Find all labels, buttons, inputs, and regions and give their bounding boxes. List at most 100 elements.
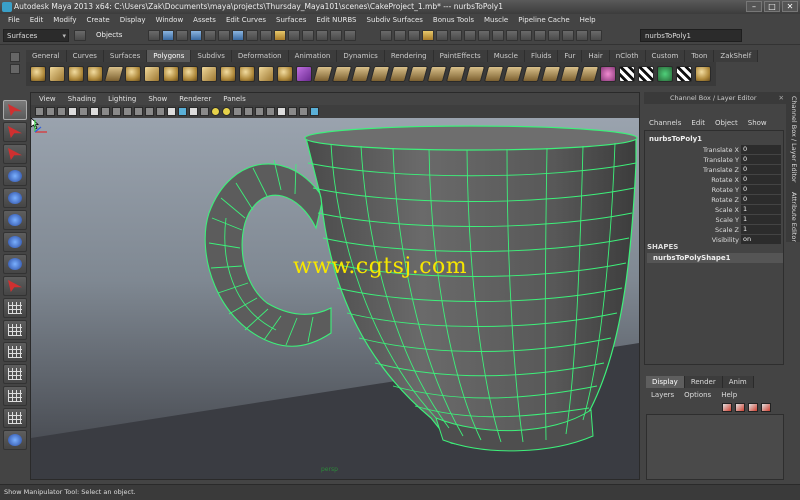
shelf-tab-fluids[interactable]: Fluids (524, 50, 559, 62)
shelf-tab-fur[interactable]: Fur (558, 50, 583, 62)
poke-face-icon[interactable] (521, 66, 543, 82)
snap-view-plane-icon[interactable] (330, 30, 342, 41)
vp-menu-show[interactable]: Show (142, 93, 173, 105)
cb-menu-object[interactable]: Object (710, 116, 743, 130)
shelf-tab-muscle[interactable]: Muscle (487, 50, 525, 62)
input-ops-icon[interactable] (380, 30, 392, 41)
move-layer-up-icon[interactable] (722, 403, 732, 412)
construction-history-icon[interactable] (408, 30, 420, 41)
close-button[interactable]: ✕ (782, 1, 798, 12)
select-joints-icon[interactable] (162, 30, 174, 41)
shelf-tab-zakshelf[interactable]: ZakShelf (714, 50, 759, 62)
shelf-tab-painteffects[interactable]: PaintEffects (433, 50, 488, 62)
shelf-tab-dynamics[interactable]: Dynamics (337, 50, 385, 62)
menu-surfaces[interactable]: Surfaces (271, 14, 311, 26)
layer-menu-layers[interactable]: Layers (646, 389, 679, 401)
menu-pipeline-cache[interactable]: Pipeline Cache (513, 14, 574, 26)
attr-value-field[interactable]: 0 (741, 165, 781, 174)
layout-four-button[interactable] (3, 320, 27, 340)
vp-menu-panels[interactable]: Panels (217, 93, 252, 105)
film-gate-icon[interactable] (101, 107, 110, 116)
attr-value-field[interactable]: 1 (741, 205, 781, 214)
output-ops-icon[interactable] (394, 30, 406, 41)
attr-value-field[interactable]: 0 (741, 175, 781, 184)
render-view-icon[interactable] (422, 30, 434, 41)
poly-cylinder-icon[interactable] (68, 66, 84, 82)
shelf-tab-surfaces[interactable]: Surfaces (103, 50, 148, 62)
poly-prism-icon[interactable] (144, 66, 160, 82)
textured-icon[interactable] (200, 107, 209, 116)
shelf-tab-subdivs[interactable]: Subdivs (191, 50, 232, 62)
move-layer-down-icon[interactable] (735, 403, 745, 412)
shelf-tab-animation[interactable]: Animation (288, 50, 338, 62)
extract-icon[interactable] (578, 66, 600, 82)
isolate-select-icon[interactable] (277, 107, 286, 116)
menu-assets[interactable]: Assets (188, 14, 221, 26)
outliner-icon[interactable] (548, 30, 560, 41)
gate-mask-icon[interactable] (123, 107, 132, 116)
split-polygon-icon[interactable] (407, 66, 429, 82)
layout-hypershade-button[interactable] (3, 386, 27, 406)
shelf-menu-icon[interactable] (10, 52, 20, 62)
vp-menu-lighting[interactable]: Lighting (102, 93, 142, 105)
universal-manipulator-button[interactable] (3, 232, 27, 252)
shelf-tab-general[interactable]: General (26, 50, 67, 62)
layer-menu-help[interactable]: Help (716, 389, 742, 401)
safe-action-icon[interactable] (145, 107, 154, 116)
smooth-shade-icon[interactable] (178, 107, 187, 116)
select-dynamics-icon[interactable] (218, 30, 230, 41)
paint-select-button[interactable] (3, 144, 27, 164)
cb-row[interactable]: Scale X1 (645, 205, 783, 215)
attr-value-field[interactable]: 0 (741, 195, 781, 204)
shelf-tab-custom[interactable]: Custom (645, 50, 686, 62)
xray-components-icon[interactable] (310, 107, 319, 116)
poly-plane-icon[interactable] (103, 66, 125, 82)
vp-menu-renderer[interactable]: Renderer (173, 93, 217, 105)
camera-attributes-icon[interactable] (46, 107, 55, 116)
render-settings-icon[interactable] (464, 30, 476, 41)
shelf-tab-ncloth[interactable]: nCloth (609, 50, 646, 62)
cb-row[interactable]: Scale Z1 (645, 225, 783, 235)
minimize-button[interactable]: – (746, 1, 762, 12)
shadows-icon[interactable] (222, 107, 231, 116)
attr-value-field[interactable]: 0 (741, 185, 781, 194)
script-editor-icon[interactable] (520, 30, 532, 41)
menu-modify[interactable]: Modify (48, 14, 81, 26)
render-current-icon[interactable] (436, 30, 448, 41)
cb-menu-edit[interactable]: Edit (686, 116, 710, 130)
poly-cube-purple-icon[interactable] (296, 66, 312, 82)
side-tab-channel-box[interactable]: Channel Box / Layer Editor (788, 96, 798, 183)
poly-sphere-icon[interactable] (30, 66, 46, 82)
poly-soccer-ball-icon[interactable] (220, 66, 236, 82)
live-surface-icon[interactable] (344, 30, 356, 41)
maximize-button[interactable]: □ (764, 1, 780, 12)
rotate-tool-button[interactable] (3, 188, 27, 208)
image-plane-icon[interactable] (68, 107, 77, 116)
shelf-tab-hair[interactable]: Hair (582, 50, 610, 62)
cb-row[interactable]: Scale Y1 (645, 215, 783, 225)
snap-grid-icon[interactable] (288, 30, 300, 41)
layout-custom-button[interactable] (3, 408, 27, 428)
append-polygon-icon[interactable] (369, 66, 391, 82)
poly-cube-icon[interactable] (49, 66, 65, 82)
vp-menu-view[interactable]: View (33, 93, 62, 105)
bevel-icon[interactable] (464, 66, 486, 82)
poly-pipe-icon[interactable] (182, 66, 198, 82)
attr-value-field[interactable]: 0 (741, 155, 781, 164)
depth-of-field-icon[interactable] (266, 107, 275, 116)
sculpt-geometry-icon[interactable] (600, 66, 616, 82)
ipr-render-icon[interactable] (450, 30, 462, 41)
layer-tab-render[interactable]: Render (684, 376, 723, 388)
attr-value-field[interactable]: on (741, 235, 781, 244)
uv-editor-icon[interactable] (657, 66, 673, 82)
cb-row[interactable]: Rotate X0 (645, 175, 783, 185)
select-tool-button[interactable] (3, 100, 27, 120)
perspective-viewport[interactable]: www.cgtsj.com persp (31, 118, 639, 479)
layer-menu-options[interactable]: Options (679, 389, 716, 401)
attr-value-field[interactable]: 1 (741, 225, 781, 234)
menu-muscle[interactable]: Muscle (479, 14, 513, 26)
poly-cone-icon[interactable] (87, 66, 103, 82)
show-manipulator-button[interactable] (3, 254, 27, 274)
planar-map-icon[interactable] (676, 66, 692, 82)
layer-tab-display[interactable]: Display (646, 376, 685, 388)
